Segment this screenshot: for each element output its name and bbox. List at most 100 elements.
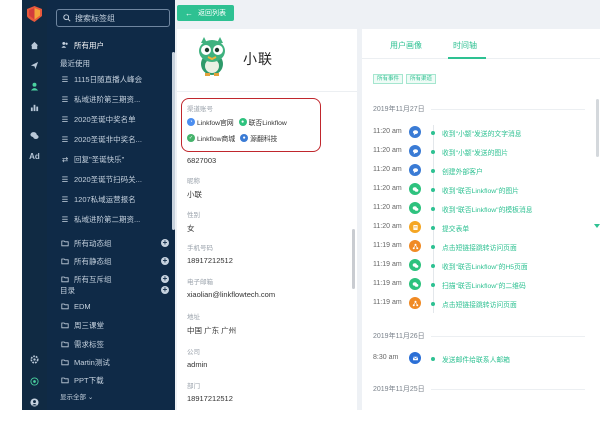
directory-item[interactable]: Martin测试 bbox=[47, 354, 175, 370]
list-icon: ☰ bbox=[61, 174, 69, 184]
folder-icon bbox=[60, 321, 70, 329]
event-description: 扫描"联否Linkflow"的二维码 bbox=[442, 283, 526, 290]
event-description: 提交表单 bbox=[442, 226, 470, 233]
timeline-event[interactable]: 11:20 am 提交表单 bbox=[362, 218, 600, 237]
mascot-avatar bbox=[199, 37, 225, 76]
event-description: 收到"联否Linkflow"的图片 bbox=[442, 188, 519, 195]
directory-item[interactable]: 周三课堂 bbox=[47, 317, 175, 333]
icon-rail: Ad bbox=[22, 0, 47, 410]
add-directory-icon[interactable]: + bbox=[161, 286, 169, 294]
channel-filter-chip[interactable]: 所有渠道 bbox=[406, 74, 437, 84]
account-icon[interactable] bbox=[22, 395, 47, 409]
search-input[interactable] bbox=[75, 13, 165, 23]
show-all-link[interactable]: 显示全部 ⌄ bbox=[60, 391, 93, 401]
group-item[interactable]: 所有动态组 + bbox=[47, 235, 175, 251]
event-filter-chip[interactable]: 所有事件 bbox=[373, 74, 404, 84]
event-description: 收到"联否Linkflow"的模板消息 bbox=[442, 207, 533, 214]
recent-tag-item[interactable]: ☰ 2020圣诞非中奖名... bbox=[47, 131, 175, 147]
home-icon[interactable] bbox=[22, 38, 47, 52]
recent-tag-item[interactable]: ☰ 私域进阶第二期资... bbox=[47, 211, 175, 227]
chat-icon bbox=[409, 126, 421, 138]
recent-tag-label: 1115日随直播人峰会 bbox=[74, 74, 143, 84]
date-label: 2019年11月26日 bbox=[373, 333, 425, 340]
timeline-scrollbar[interactable] bbox=[596, 99, 599, 157]
user-icon[interactable] bbox=[22, 79, 47, 93]
field-label: 性别 bbox=[187, 212, 200, 219]
timeline-dot bbox=[431, 169, 435, 173]
tag-panel-scrollbar[interactable] bbox=[172, 52, 175, 230]
event-description: 收到"小颛"发送的图片 bbox=[442, 150, 508, 157]
settings-icon[interactable] bbox=[22, 352, 47, 366]
list-icon: ☰ bbox=[61, 114, 69, 124]
tab-user-portrait[interactable]: 用户画像 bbox=[390, 40, 422, 51]
recent-tag-item[interactable]: ☰ 1115日随直播人峰会 bbox=[47, 71, 175, 87]
event-time: 11:20 am bbox=[373, 185, 402, 192]
channel-account-row: ◔ Linkfow官网 ● 联否Linkflow bbox=[187, 117, 287, 127]
recent-tag-item[interactable]: ☰ 2020圣诞中奖名单 bbox=[47, 111, 175, 127]
ad-icon[interactable]: Ad bbox=[22, 149, 47, 163]
wechat-icon bbox=[409, 278, 421, 290]
directory-label: Martin测试 bbox=[74, 357, 110, 367]
event-description: 点击短链接跳转访问页面 bbox=[442, 245, 517, 252]
profile-field: 昵称 小联 bbox=[187, 175, 202, 200]
profile-name: 小联 bbox=[243, 51, 273, 67]
event-time: 11:19 am bbox=[373, 299, 402, 306]
timeline-event[interactable]: 11:19 am 点击短链接跳转访问页面 bbox=[362, 294, 600, 313]
help-icon[interactable] bbox=[22, 374, 47, 388]
group-label: 所有动态组 bbox=[74, 238, 112, 248]
search-box[interactable] bbox=[56, 9, 170, 27]
timeline-event[interactable]: 11:20 am 创建外部客户 bbox=[362, 161, 600, 180]
profile-field: 手机号码 18917212512 bbox=[187, 242, 233, 265]
all-users-item[interactable]: 所有用户 bbox=[47, 37, 175, 53]
directory-label: 周三课堂 bbox=[74, 320, 104, 330]
timeline-event[interactable]: 11:20 am 收到"小颛"发送的文字消息 bbox=[362, 123, 600, 142]
tag-panel: 所有用户 最近使用 ☰ 1115日随直播人峰会 ☰ 私域进阶第三期资... ☰ 202… bbox=[47, 0, 175, 410]
chat-icon[interactable] bbox=[22, 128, 47, 142]
timeline-event[interactable]: 11:20 am 收到"联否Linkflow"的模板消息 bbox=[362, 199, 600, 218]
tab-timeline[interactable]: 时间轴 bbox=[453, 40, 477, 51]
channel-account[interactable]: 源翻科技 bbox=[250, 133, 277, 143]
channel-account[interactable]: 联否Linkflow bbox=[249, 117, 287, 127]
directory-header[interactable]: 目录 + bbox=[47, 282, 175, 298]
field-label: 手机号码 bbox=[187, 245, 213, 252]
profile-field: 公司 admin bbox=[187, 346, 207, 369]
back-to-list-button[interactable]: ← 返回列表 bbox=[177, 5, 234, 21]
wechat-icon bbox=[409, 202, 421, 214]
directory-item[interactable]: 需求标签 bbox=[47, 336, 175, 352]
event-time: 11:20 am bbox=[373, 147, 402, 154]
timeline-event[interactable]: 8:30 am 发送邮件给联系人邮箱 bbox=[362, 349, 600, 368]
show-all-label: 显示全部 bbox=[60, 394, 86, 401]
folder-icon bbox=[60, 302, 70, 310]
group-item[interactable]: 所有静态组 + bbox=[47, 253, 175, 269]
add-group-icon[interactable]: + bbox=[161, 239, 169, 247]
timeline-event[interactable]: 11:20 am 收到"小颛"发送的图片 bbox=[362, 142, 600, 161]
recent-tag-item[interactable]: ☰ 1207私域运营报名 bbox=[47, 191, 175, 207]
recent-tag-item[interactable]: ☰ 私域进阶第三期资... bbox=[47, 91, 175, 107]
recent-tag-label: 1207私域运营报名 bbox=[74, 194, 136, 204]
profile-scrollbar[interactable] bbox=[352, 229, 355, 289]
timeline-event[interactable]: 11:19 am 收到"联否Linkflow"的H5页面 bbox=[362, 256, 600, 275]
chat-icon bbox=[409, 164, 421, 176]
recent-tag-item[interactable]: ⇄ 回复"圣诞快乐" bbox=[47, 151, 175, 167]
tab-bar: 用户画像 时间轴 bbox=[362, 29, 600, 59]
bar-chart-icon[interactable] bbox=[22, 100, 47, 114]
field-value: 中国 广东 广州 bbox=[187, 326, 237, 335]
recent-tag-item[interactable]: ☰ 2020圣诞节扫码关... bbox=[47, 171, 175, 187]
directory-item[interactable]: PPT下载 bbox=[47, 372, 175, 388]
date-header: 2019年11月26日 bbox=[373, 331, 585, 341]
expand-caret-icon[interactable] bbox=[594, 224, 600, 228]
channel-account[interactable]: Linkfow官网 bbox=[197, 117, 234, 127]
form-icon bbox=[409, 221, 421, 233]
timeline-event[interactable]: 11:19 am 扫描"联否Linkflow"的二维码 bbox=[362, 275, 600, 294]
timeline-event[interactable]: 11:20 am 收到"联否Linkflow"的图片 bbox=[362, 180, 600, 199]
add-group-icon[interactable]: + bbox=[161, 257, 169, 265]
directory-item[interactable]: EDM bbox=[47, 298, 175, 314]
channel-account-row: ✓ Linkflow商城 ● 源翻科技 bbox=[187, 133, 287, 143]
timeline-dot bbox=[431, 207, 435, 211]
send-icon[interactable] bbox=[22, 58, 47, 72]
timeline-event[interactable]: 11:19 am 点击短链接跳转访问页面 bbox=[362, 237, 600, 256]
event-time: 11:19 am bbox=[373, 261, 402, 268]
channel-account[interactable]: Linkflow商城 bbox=[197, 133, 235, 143]
mail-icon bbox=[409, 352, 421, 364]
field-label: 渠道账号 bbox=[187, 106, 213, 113]
